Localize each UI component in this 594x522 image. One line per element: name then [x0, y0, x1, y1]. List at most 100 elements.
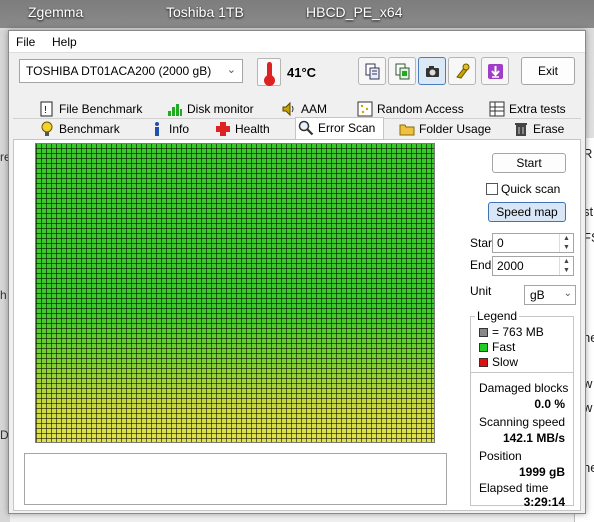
end-value: 2000 — [497, 259, 524, 273]
red-swatch-icon — [479, 358, 488, 367]
gray-swatch-icon — [479, 328, 488, 337]
elapsed-time-value: 3:29:14 — [523, 495, 565, 509]
thermometer-icon — [257, 58, 281, 86]
tab-label: Health — [235, 122, 270, 136]
unit-value: gB — [530, 288, 545, 302]
tab-label: Folder Usage — [419, 122, 492, 136]
benchmark-icon — [41, 121, 53, 136]
error-scan-block-map — [35, 143, 435, 443]
drive-select-value: TOSHIBA DT01ACA200 (2000 gB) — [26, 64, 212, 78]
folder-icon — [399, 124, 415, 136]
scan-log-box[interactable] — [24, 453, 447, 505]
start-scan-button[interactable]: Start — [492, 153, 566, 173]
info-icon — [155, 122, 159, 136]
quick-scan-checkbox[interactable]: Quick scan — [486, 182, 560, 196]
end-spinbox[interactable]: 2000 ▲ ▼ — [492, 256, 574, 276]
tab-aam[interactable]: AAM — [279, 99, 327, 119]
scanning-speed-value: 142.1 MB/s — [502, 431, 565, 445]
unit-select[interactable]: gB ⌄ — [524, 285, 576, 305]
disk-monitor-icon — [168, 104, 182, 116]
download-button[interactable] — [481, 57, 509, 85]
desktop-label-2[interactable]: Toshiba 1TB — [166, 4, 244, 20]
tab-strip: ! File Benchmark Disk monitor AAM Random… — [13, 97, 581, 139]
file-benchmark-icon: ! — [40, 101, 53, 117]
tab-label: File Benchmark — [59, 102, 143, 116]
tab-health[interactable]: Health — [213, 119, 270, 139]
legend-label: = 763 MB — [492, 325, 544, 339]
temperature-readout: 41°C — [287, 65, 317, 80]
copy-text-icon — [365, 63, 380, 80]
extra-tests-icon — [489, 101, 505, 117]
copy-text-button[interactable] — [358, 57, 386, 85]
bg-text: h — [0, 288, 7, 302]
scan-controls: Start Quick scan Speed map Start 0 ▲ ▼ En… — [458, 140, 578, 512]
chevron-down-icon: ⌄ — [226, 64, 236, 76]
tab-file-benchmark[interactable]: ! File Benchmark — [37, 99, 142, 119]
chevron-down-icon: ⌄ — [563, 288, 572, 299]
elapsed-time-label: Elapsed time — [479, 481, 549, 495]
tab-label: Disk monitor — [187, 102, 254, 116]
menu-file[interactable]: File — [16, 35, 35, 49]
tab-erase[interactable]: Erase — [511, 119, 564, 139]
legend-item-block-size: = 763 MB — [479, 325, 544, 339]
trash-icon — [515, 123, 527, 136]
tab-disk-monitor[interactable]: Disk monitor — [165, 99, 254, 119]
checkbox-icon — [486, 183, 498, 195]
start-value: 0 — [497, 236, 504, 250]
unit-label: Unit — [470, 284, 492, 298]
legend-group: Legend = 763 MB Fast Slow — [470, 309, 574, 376]
tab-label: Extra tests — [509, 102, 566, 116]
options-icon — [456, 63, 470, 79]
damaged-blocks-label: Damaged blocks — [479, 381, 569, 395]
legend-label: Fast — [492, 340, 516, 354]
health-icon — [216, 122, 230, 136]
tab-label: Erase — [533, 122, 565, 136]
copy-info-icon — [395, 63, 410, 80]
options-button[interactable] — [448, 57, 476, 85]
legend-title: Legend — [475, 309, 520, 323]
tab-error-scan[interactable]: Error Scan — [295, 117, 385, 139]
error-scan-panel: Start Quick scan Speed map Start 0 ▲ ▼ En… — [13, 139, 581, 511]
screenshot-camera-icon — [426, 66, 439, 77]
screenshot-button[interactable] — [418, 57, 446, 85]
tab-info[interactable]: Info — [147, 119, 189, 139]
tab-benchmark[interactable]: Benchmark — [37, 119, 120, 139]
copy-info-button[interactable] — [388, 57, 416, 85]
tab-label: Error Scan — [318, 121, 376, 135]
legend-item-slow: Slow — [479, 355, 518, 369]
scanning-speed-label: Scanning speed — [479, 415, 566, 429]
desktop-label-3[interactable]: HBCD_PE_x64 — [306, 4, 403, 20]
exit-button[interactable]: Exit — [521, 57, 575, 85]
position-label: Position — [479, 449, 522, 463]
legend-label: Slow — [492, 355, 519, 369]
end-label: End — [470, 258, 492, 272]
spin-arrows-icon[interactable]: ▲ ▼ — [559, 234, 573, 252]
speed-map-button[interactable]: Speed map — [488, 202, 566, 222]
menu-bar: File Help — [9, 31, 585, 53]
tab-label: Random Access — [377, 102, 464, 116]
green-swatch-icon — [479, 343, 488, 352]
desktop-label-1[interactable]: Zgemma — [28, 4, 83, 20]
spin-arrows-icon[interactable]: ▲ ▼ — [559, 257, 573, 275]
tab-label: Benchmark — [59, 122, 120, 136]
speaker-icon — [282, 101, 294, 117]
download-icon — [488, 64, 503, 79]
hdtune-window: File Help TOSHIBA DT01ACA200 (2000 gB) ⌄… — [8, 30, 586, 514]
tab-label: AAM — [301, 102, 328, 116]
start-spinbox[interactable]: 0 ▲ ▼ — [492, 233, 574, 253]
position-value: 1999 gB — [518, 465, 565, 479]
quick-scan-label: Quick scan — [501, 182, 561, 196]
tab-label: Info — [169, 122, 190, 136]
magnifier-icon — [298, 120, 314, 136]
toolbar: TOSHIBA DT01ACA200 (2000 gB) ⌄ 41°C Exit — [9, 53, 585, 93]
scan-statistics: Damaged blocks 0.0 % Scanning speed 142.… — [470, 372, 574, 509]
damaged-blocks-value: 0.0 % — [534, 397, 565, 411]
tab-extra-tests[interactable]: Extra tests — [487, 99, 566, 119]
svg-text:!: ! — [44, 105, 47, 116]
menu-help[interactable]: Help — [52, 35, 77, 49]
drive-select[interactable]: TOSHIBA DT01ACA200 (2000 gB) ⌄ — [19, 59, 243, 83]
random-access-icon — [357, 101, 373, 117]
tab-folder-usage[interactable]: Folder Usage — [397, 119, 491, 139]
legend-item-fast: Fast — [479, 340, 515, 354]
tab-random-access[interactable]: Random Access — [355, 99, 464, 119]
